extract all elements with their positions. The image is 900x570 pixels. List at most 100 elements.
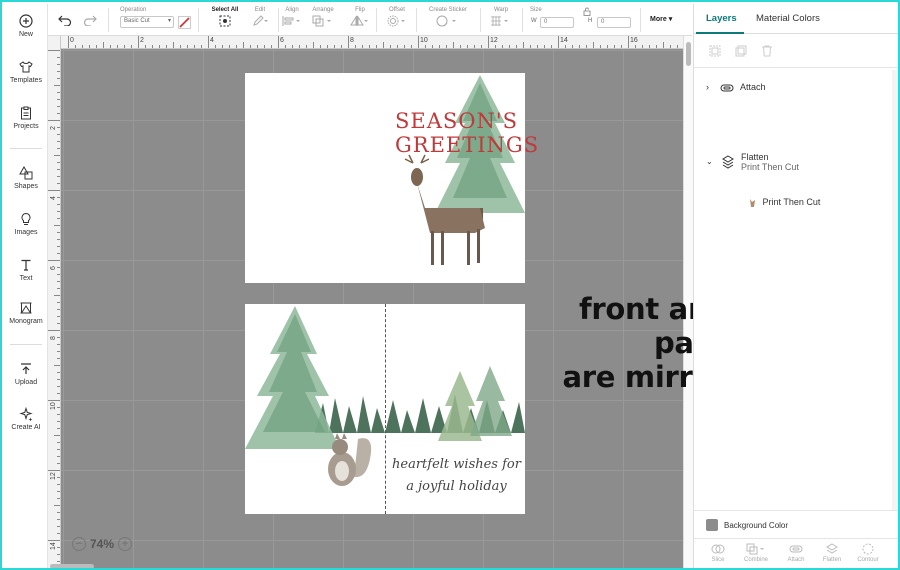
sidebar-item-upload[interactable]: Upload bbox=[4, 362, 48, 386]
sidebar-item-create-ai[interactable]: Create AI bbox=[4, 407, 48, 431]
arrange-button[interactable]: Arrange bbox=[310, 7, 336, 29]
ruler-tick bbox=[57, 449, 60, 450]
background-color-swatch[interactable] bbox=[706, 519, 718, 531]
select-all-label: Select All bbox=[211, 7, 239, 13]
scroll-thumb[interactable] bbox=[686, 42, 691, 66]
canvas-horizontal-scrollbar[interactable] bbox=[50, 564, 94, 568]
ruler-tick bbox=[194, 45, 195, 48]
ruler-tick bbox=[57, 288, 60, 289]
ruler-label: 2 bbox=[50, 126, 57, 130]
tab-layers[interactable]: Layers bbox=[706, 13, 737, 24]
slice-button[interactable]: Slice bbox=[702, 543, 734, 563]
ruler-tick bbox=[57, 211, 60, 212]
sidebar-item-text[interactable]: Text bbox=[4, 258, 48, 282]
ruler-tick bbox=[124, 45, 125, 48]
sidebar-item-templates[interactable]: Templates bbox=[4, 60, 48, 84]
ruler-tick bbox=[320, 45, 321, 48]
layer-actions bbox=[694, 34, 898, 68]
tab-material-colors[interactable]: Material Colors bbox=[756, 13, 820, 24]
lock-icon[interactable] bbox=[583, 7, 591, 16]
ruler-tick bbox=[96, 45, 97, 48]
sidebar-item-label: Monogram bbox=[9, 318, 43, 325]
ruler-tick bbox=[57, 484, 60, 485]
trash-icon[interactable] bbox=[760, 44, 774, 58]
ruler-tick bbox=[572, 45, 573, 48]
pen-color-icon[interactable] bbox=[178, 16, 191, 29]
ruler-tick bbox=[54, 365, 60, 366]
ruler-tick bbox=[57, 106, 60, 107]
offset-button[interactable]: Offset bbox=[386, 7, 408, 29]
redo-icon[interactable] bbox=[83, 14, 97, 26]
ruler-tick bbox=[48, 330, 60, 331]
ruler-tick bbox=[390, 45, 391, 48]
inside-panel[interactable]: heartfelt wishes for a joyful holiday bbox=[245, 304, 525, 514]
monogram-icon bbox=[20, 302, 32, 314]
align-icon bbox=[282, 16, 300, 26]
flip-button[interactable]: Flip bbox=[350, 7, 370, 29]
ruler-label: 10 bbox=[50, 402, 57, 410]
operation-select[interactable]: Basic Cut ▾ bbox=[120, 16, 174, 28]
ruler-tick bbox=[54, 295, 60, 296]
select-all-button[interactable]: Select All bbox=[208, 7, 242, 29]
height-field[interactable]: 0 bbox=[597, 17, 631, 28]
ruler-tick bbox=[334, 45, 335, 48]
slice-icon bbox=[711, 544, 725, 554]
ruler-label: 8 bbox=[350, 37, 354, 44]
sidebar-item-new[interactable]: New bbox=[4, 14, 48, 38]
warp-button[interactable]: Warp bbox=[488, 7, 514, 29]
ruler-tick bbox=[285, 45, 286, 48]
sidebar-item-label: Shapes bbox=[14, 183, 38, 190]
background-color-label: Background Color bbox=[724, 521, 789, 530]
sidebar-item-monogram[interactable]: Monogram bbox=[4, 301, 48, 325]
create-sticker-button[interactable]: Create Sticker bbox=[424, 7, 472, 29]
ruler-tick bbox=[57, 456, 60, 457]
ruler-tick bbox=[579, 45, 580, 48]
ruler-tick bbox=[57, 568, 60, 569]
combine-button[interactable]: Combine bbox=[740, 543, 772, 563]
attach-button[interactable]: Attach bbox=[780, 543, 812, 563]
sidebar-item-projects[interactable]: Projects bbox=[4, 106, 48, 130]
width-value: 0 bbox=[544, 19, 548, 25]
layer-flatten-sub: Print Then Cut bbox=[741, 162, 799, 172]
front-panel[interactable]: SEASON'S GREETINGS bbox=[245, 73, 538, 283]
sidebar-item-images[interactable]: Images bbox=[4, 212, 48, 236]
top-toolbar: Operation Basic Cut ▾ Select All Edit Al… bbox=[48, 4, 692, 36]
ruler-tick bbox=[600, 45, 601, 48]
contour-button[interactable]: Contour bbox=[852, 543, 884, 563]
ruler-tick bbox=[57, 183, 60, 184]
heading-line1: SEASON'S bbox=[395, 109, 519, 133]
ruler-tick bbox=[467, 45, 468, 48]
ruler-tick bbox=[57, 428, 60, 429]
ruler-tick bbox=[145, 45, 146, 48]
ruler-tick bbox=[621, 45, 622, 48]
ruler-tick bbox=[446, 45, 447, 48]
layer-print-then-cut[interactable]: Print Then Cut bbox=[748, 197, 820, 208]
ruler-tick bbox=[453, 42, 454, 48]
ruler-tick bbox=[54, 435, 60, 436]
width-field[interactable]: 0 bbox=[540, 17, 574, 28]
ruler-tick bbox=[138, 36, 139, 48]
operation-group: Operation bbox=[120, 7, 180, 15]
ruler-tick bbox=[110, 45, 111, 48]
more-button[interactable]: More ▾ bbox=[650, 15, 672, 23]
undo-icon[interactable] bbox=[58, 14, 72, 26]
ruler-tick bbox=[57, 253, 60, 254]
ruler-tick bbox=[54, 85, 60, 86]
group-icon[interactable] bbox=[708, 44, 722, 58]
align-button[interactable]: Align bbox=[282, 7, 302, 29]
flatten-button[interactable]: Flatten bbox=[816, 543, 848, 563]
zoom-out-button[interactable]: − bbox=[72, 537, 86, 551]
attach-icon bbox=[789, 545, 803, 553]
ruler-tick bbox=[509, 45, 510, 48]
panel-scrollbar[interactable] bbox=[892, 70, 898, 510]
ruler-tick bbox=[57, 491, 60, 492]
ruler-tick bbox=[89, 45, 90, 48]
sidebar-item-shapes[interactable]: Shapes bbox=[4, 166, 48, 190]
ruler-tick bbox=[257, 45, 258, 48]
zoom-in-button[interactable]: + bbox=[118, 537, 133, 551]
ruler-tick bbox=[57, 337, 60, 338]
edit-button[interactable]: Edit bbox=[248, 7, 272, 29]
layer-attach[interactable]: › Attach bbox=[706, 82, 766, 92]
duplicate-icon[interactable] bbox=[734, 44, 748, 58]
background-color-row[interactable]: Background Color bbox=[694, 510, 898, 538]
